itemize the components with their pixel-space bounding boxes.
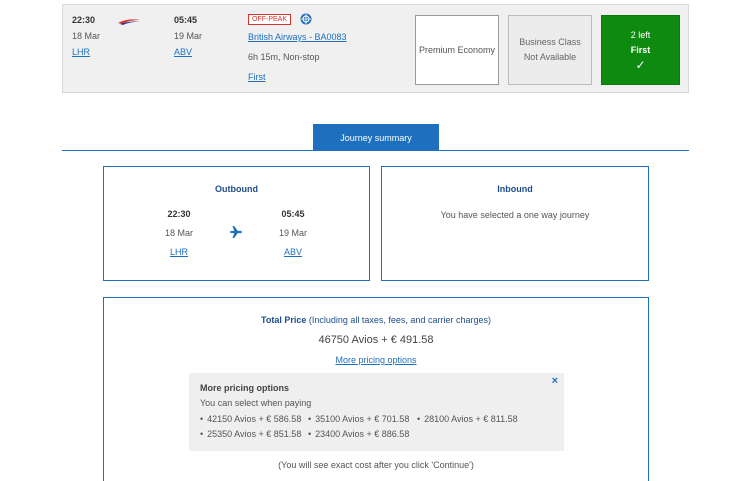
airplane-icon — [230, 226, 242, 238]
flight-number-link[interactable]: British Airways - BA0083 — [248, 32, 347, 42]
inbound-message: You have selected a one way journey — [440, 210, 590, 220]
tab-journey-summary[interactable]: Journey summary — [313, 124, 439, 151]
pricing-options-list: 42150 Avios + € 586.5835100 Avios + € 70… — [200, 414, 560, 444]
cabin-option-first[interactable]: 2 left First ✓ — [601, 15, 680, 85]
outbound-arrival-time: 05:45 — [281, 209, 305, 219]
pricing-option: 23400 Avios + € 886.58 — [308, 429, 417, 439]
cabin-label: Business Class — [519, 37, 581, 47]
cabin-status: Not Available — [523, 52, 577, 62]
flight-row: 22:30 18 Mar LHR 05:45 19 Mar ABV OFF-PE… — [62, 4, 689, 93]
check-icon: ✓ — [635, 58, 646, 72]
continue-note: (You will see exact cost after you click… — [278, 460, 474, 470]
inbound-title: Inbound — [497, 184, 533, 194]
outbound-arrival: 05:45 19 Mar ABV — [263, 209, 323, 257]
arrival-info: 05:45 19 Mar ABV — [174, 15, 202, 57]
total-price-note: (Including all taxes, fees, and carrier … — [306, 315, 491, 325]
more-pricing-title: More pricing options — [200, 383, 289, 393]
outbound-departure-date: 18 Mar — [164, 228, 193, 238]
more-pricing-box: More pricing options You can select when… — [189, 373, 564, 451]
pricing-option: 35100 Avios + € 701.58 — [308, 414, 417, 424]
cabin-class-link[interactable]: First — [248, 72, 347, 82]
total-price-label: Total Price — [261, 315, 307, 325]
cabin-option-business: Business Class Not Available — [508, 15, 592, 85]
off-peak-badge: OFF-PEAK — [248, 13, 292, 25]
outbound-arrival-airport-link[interactable]: ABV — [263, 247, 323, 257]
inbound-panel: Inbound You have selected a one way jour… — [381, 166, 649, 281]
price-panel: Total Price (Including all taxes, fees, … — [103, 297, 649, 481]
badge-row: OFF-PEAK — [248, 13, 347, 25]
close-icon[interactable]: × — [552, 375, 558, 387]
outbound-arrival-date: 19 Mar — [278, 228, 307, 238]
more-pricing-subtitle: You can select when paying — [200, 398, 312, 408]
more-pricing-container: More pricing options — [104, 355, 648, 365]
departure-airport-link[interactable]: LHR — [72, 47, 100, 57]
total-price-amount: 46750 Avios + € 491.58 — [318, 334, 434, 346]
more-pricing-link[interactable]: More pricing options — [335, 355, 416, 365]
outbound-departure-time: 22:30 — [167, 209, 191, 219]
arrival-time: 05:45 — [174, 15, 198, 25]
british-airways-logo-icon — [118, 19, 140, 25]
arrival-airport-link[interactable]: ABV — [174, 47, 202, 57]
pricing-option: 42150 Avios + € 586.58 — [200, 414, 308, 424]
total-price-title: Total Price (Including all taxes, fees, … — [104, 315, 648, 325]
arrival-date: 19 Mar — [174, 31, 203, 41]
cabin-label: First — [630, 45, 651, 55]
outbound-departure-airport-link[interactable]: LHR — [149, 247, 209, 257]
flight-details: OFF-PEAK British Airways - BA0083 6h 15m… — [248, 13, 347, 82]
pricing-option: 25350 Avios + € 851.58 — [200, 429, 308, 439]
departure-date: 18 Mar — [72, 31, 101, 41]
cabin-label: Premium Economy — [418, 44, 496, 55]
outbound-title: Outbound — [215, 184, 258, 194]
pricing-option: 28100 Avios + € 811.58 — [417, 414, 537, 424]
seats-left: 2 left — [630, 30, 651, 40]
departure-info: 22:30 18 Mar LHR — [72, 15, 100, 57]
cabin-option-premium-economy[interactable]: Premium Economy — [415, 15, 499, 85]
outbound-panel: Outbound 22:30 18 Mar LHR 05:45 19 Mar A… — [103, 166, 370, 281]
outbound-departure: 22:30 18 Mar LHR — [149, 209, 209, 257]
flight-duration: 6h 15m, Non-stop — [248, 52, 320, 62]
departure-time: 22:30 — [72, 15, 96, 25]
oneworld-icon — [300, 13, 312, 25]
